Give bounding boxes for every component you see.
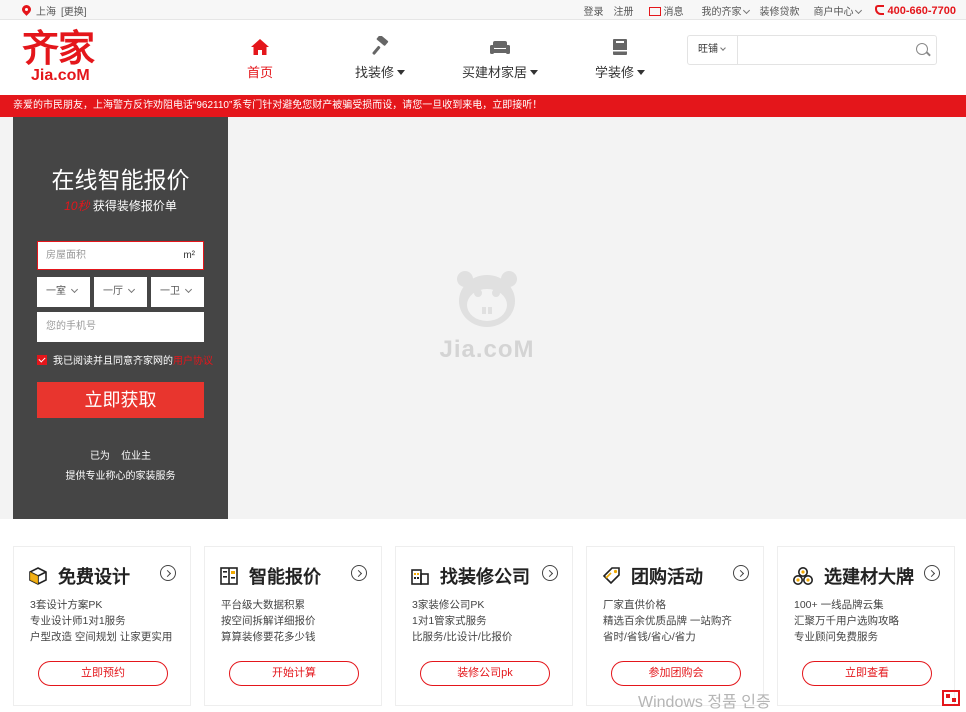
my-account-link[interactable]: 我的齐家	[701, 3, 751, 18]
nav-find-renovation[interactable]: 找装修	[320, 34, 440, 81]
search-scope-select[interactable]: 旺铺	[688, 36, 738, 64]
watermark-text: Jia.coM	[439, 336, 535, 363]
chevron-down-icon	[855, 6, 863, 15]
agreement-row: 我已阅读并且同意齐家网的 用户协议	[37, 352, 213, 367]
mascot-logo-icon	[457, 271, 517, 327]
quote-title: 在线智能报价	[51, 167, 190, 193]
caret-down-icon	[530, 70, 538, 75]
site-header: 齐家 Jia.coM 首页 找装修 买建材家居 学装修 旺铺	[0, 20, 966, 95]
chevron-down-icon	[184, 285, 193, 294]
card-group-buy: 团购活动 厂家直供价格 精选百余优质品牌 一站购齐 省时/省钱/省心/省力 参加…	[586, 546, 764, 706]
hero-banner: Jia.coM 在线智能报价 10秒 获得装修报价单 房屋面积 m² 一室 一厅…	[0, 117, 966, 519]
search-icon[interactable]	[916, 43, 928, 55]
card-top-brands: 选建材大牌 100+ 一线品牌云集 汇聚万千用户选购攻略 专业顾问免费服务 立即…	[777, 546, 955, 706]
chevron-down-icon	[70, 285, 79, 294]
logo-chinese: 齐家	[22, 26, 95, 70]
banner-placeholder: Jia.coM	[432, 269, 542, 364]
halls-select[interactable]: 一厅	[94, 277, 147, 307]
join-group-buy-button[interactable]: 参加团购会	[611, 661, 741, 686]
arrow-right-circle-icon[interactable]	[351, 565, 367, 581]
merchant-center-link[interactable]: 商户中心	[813, 3, 863, 18]
windows-activation-watermark: Windows 정품 인증	[638, 694, 771, 711]
qr-code-icon[interactable]	[942, 690, 960, 706]
top-utility-bar: 上海 [更换] 登录 注册 消息 我的齐家 装修贷款 商户中心 400-660-…	[0, 0, 966, 20]
main-nav: 首页 找装修 买建材家居 学装修	[200, 34, 680, 81]
loan-link[interactable]: 装修贷款	[759, 3, 799, 18]
nav-home[interactable]: 首页	[200, 34, 320, 81]
book-icon	[613, 39, 627, 55]
arrow-right-circle-icon[interactable]	[924, 565, 940, 581]
login-link[interactable]: 登录	[583, 3, 603, 18]
arrow-right-circle-icon[interactable]	[160, 565, 176, 581]
location-selector[interactable]: 上海 [更换]	[22, 3, 87, 18]
mail-icon	[649, 7, 662, 16]
compare-companies-button[interactable]: 装修公司pk	[420, 661, 550, 686]
chevron-down-icon	[127, 285, 136, 294]
view-now-button[interactable]: 立即查看	[802, 661, 932, 686]
service-cards: 免费设计 3套设计方案PK 专业设计师1对1服务 户型改造 空间规划 让家更实用…	[13, 546, 955, 706]
area-input[interactable]: 房屋面积 m²	[37, 241, 204, 270]
arrow-right-circle-icon[interactable]	[733, 565, 749, 581]
agree-checkbox[interactable]	[37, 354, 47, 365]
card-free-design: 免费设计 3套设计方案PK 专业设计师1对1服务 户型改造 空间规划 让家更实用…	[13, 546, 191, 706]
card-find-company: 找装修公司 3家装修公司PK 1对1管家式服务 比服务/比设计/比报价 装修公司…	[395, 546, 573, 706]
building-icon	[411, 569, 429, 585]
caret-down-icon	[397, 70, 405, 75]
rooms-select[interactable]: 一室	[37, 277, 90, 307]
chevron-down-icon	[720, 45, 726, 51]
arrow-right-circle-icon[interactable]	[542, 565, 558, 581]
get-quote-button[interactable]: 立即获取	[37, 382, 204, 418]
quote-panel: 在线智能报价 10秒 获得装修报价单 房屋面积 m² 一室 一厅 一卫 您的手机…	[13, 117, 228, 519]
nav-learn-renovation[interactable]: 学装修	[560, 34, 680, 81]
caret-down-icon	[637, 70, 645, 75]
brands-icon	[793, 567, 813, 585]
user-agreement-link[interactable]: 用户协议	[173, 352, 213, 367]
start-calculation-button[interactable]: 开始计算	[229, 661, 359, 686]
messages-link[interactable]: 消息	[649, 3, 683, 18]
cube-icon	[29, 567, 47, 585]
sofa-icon	[490, 41, 510, 54]
tag-icon	[602, 567, 620, 585]
quote-subtitle: 10秒 获得装修报价单	[64, 199, 177, 213]
phone-icon	[875, 4, 885, 15]
baths-select[interactable]: 一卫	[151, 277, 204, 307]
service-stat: 已为 位业主	[89, 451, 152, 462]
logo-english: Jia.coM	[31, 67, 90, 84]
area-unit: m²	[183, 250, 195, 261]
nav-buy-materials[interactable]: 买建材家居	[440, 34, 560, 81]
city-name: 上海	[36, 7, 56, 18]
service-stat-line2: 提供专业称心的家装服务	[65, 471, 176, 482]
card-smart-quote: 智能报价 平台级大数据积累 按空间拆解详细报价 算算装修要花多少钱 开始计算	[204, 546, 382, 706]
search-input[interactable]	[740, 38, 910, 62]
home-icon	[251, 39, 269, 55]
mobile-input[interactable]: 您的手机号	[37, 312, 204, 342]
book-now-button[interactable]: 立即预约	[38, 661, 168, 686]
site-logo[interactable]: 齐家 Jia.coM	[22, 28, 102, 84]
hotline[interactable]: 400-660-7700	[875, 4, 956, 17]
search-bar: 旺铺	[687, 35, 937, 65]
paint-roller-icon	[372, 36, 389, 55]
anti-fraud-notice: 亲爱的市民朋友，上海警方反诈劝阻电话“962110”系专门针对避免您财产被骗受损…	[0, 95, 966, 117]
register-link[interactable]: 注册	[613, 3, 633, 18]
switch-city-link[interactable]: [更换]	[61, 3, 87, 18]
calculator-icon	[220, 567, 238, 585]
location-pin-icon	[22, 5, 31, 16]
chevron-down-icon	[743, 6, 751, 15]
